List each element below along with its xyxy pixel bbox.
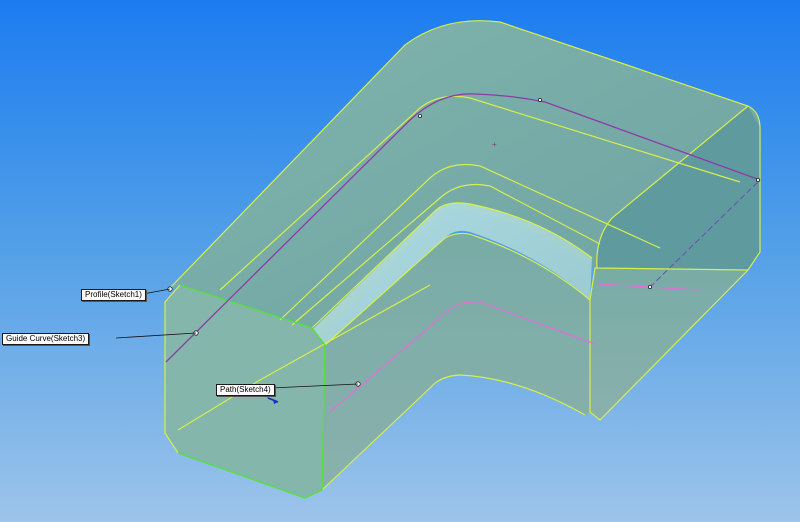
graphics-viewport[interactable]: + Profile(Sketch1) Guide Curve(Sketch3) …: [0, 0, 800, 522]
sketch-point-icon: [648, 284, 653, 289]
sketch-point-icon: [417, 114, 422, 119]
sweep-model[interactable]: +: [0, 0, 800, 522]
right-side-face[interactable]: [590, 268, 748, 420]
path-callout[interactable]: Path(Sketch4): [216, 384, 275, 396]
guide-curve-callout[interactable]: Guide Curve(Sketch3): [2, 333, 90, 345]
profile-callout[interactable]: Profile(Sketch1): [81, 289, 146, 301]
sketch-point-icon: [538, 98, 543, 103]
sketch-point-icon: [756, 177, 761, 182]
origin-marker: +: [492, 140, 497, 149]
